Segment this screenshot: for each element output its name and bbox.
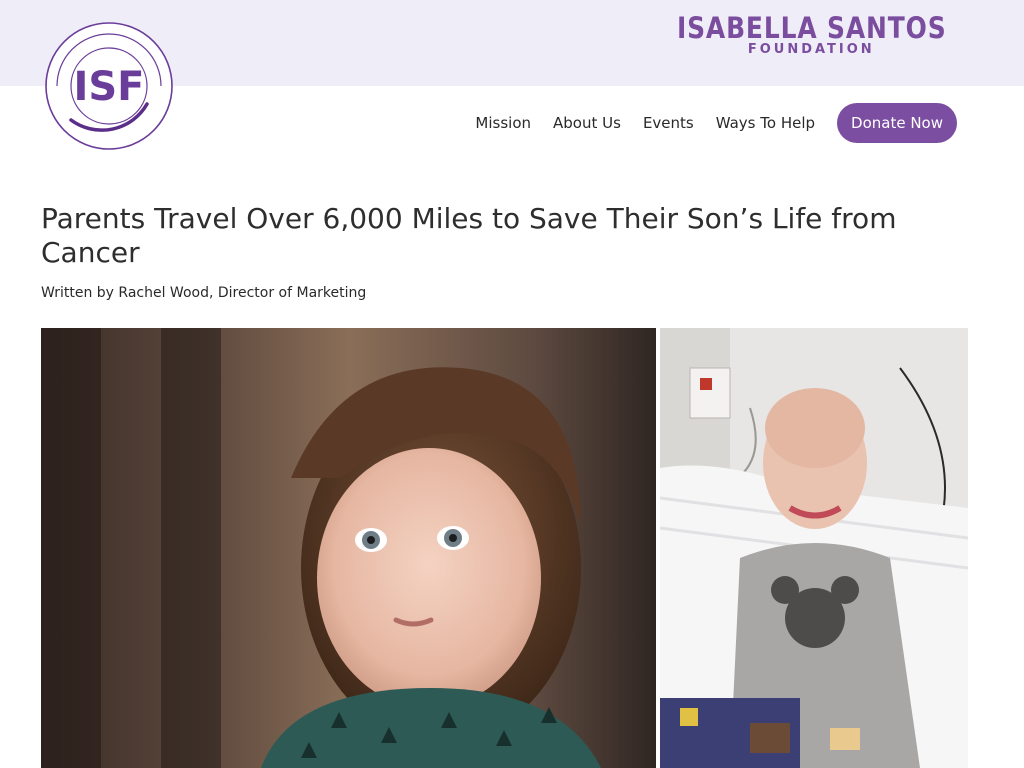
nav-ways-to-help[interactable]: Ways To Help	[716, 114, 815, 132]
photo-toddler-portrait	[41, 328, 656, 768]
brand-subtitle: FOUNDATION	[747, 42, 875, 57]
donate-now-button[interactable]: Donate Now	[837, 103, 957, 143]
brand-name: ISABELLA SANTOS	[676, 11, 947, 45]
logo-text: ISF	[73, 64, 144, 110]
hospital-child-image	[660, 328, 968, 768]
nav-events[interactable]: Events	[643, 114, 694, 132]
article-byline: Written by Rachel Wood, Director of Mark…	[41, 285, 367, 301]
isf-logo[interactable]: ISF	[43, 20, 175, 152]
article-title: Parents Travel Over 6,000 Miles to Save …	[41, 202, 897, 269]
isf-logo-mark: ISF	[45, 22, 173, 150]
main-nav: Mission About Us Events Ways To Help Don…	[475, 103, 957, 143]
nav-about-us[interactable]: About Us	[553, 114, 621, 132]
toddler-portrait-image	[41, 328, 656, 768]
photo-child-in-hospital	[660, 328, 968, 768]
nav-mission[interactable]: Mission	[475, 114, 531, 132]
brand-wordmark[interactable]: ISABELLA SANTOS FOUNDATION	[655, 12, 968, 57]
